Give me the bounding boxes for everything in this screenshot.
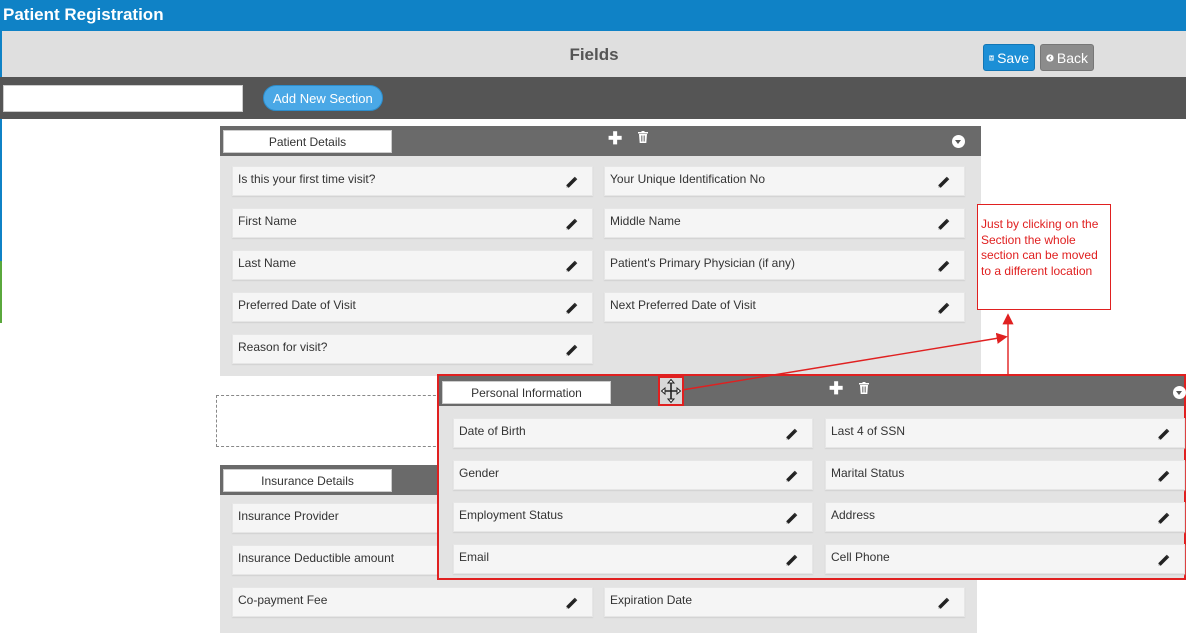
field-label: Marital Status <box>831 466 905 480</box>
field-label: Insurance Deductible amount <box>238 551 395 565</box>
pencil-icon[interactable] <box>937 218 950 231</box>
trash-icon[interactable] <box>859 382 869 394</box>
trash-icon[interactable] <box>638 131 648 143</box>
field-label: Co-payment Fee <box>238 593 328 607</box>
page-header: Fields Save Back <box>2 31 1186 77</box>
field-label: Reason for visit? <box>238 340 328 354</box>
field-label: Gender <box>459 466 500 480</box>
pencil-icon[interactable] <box>565 218 578 231</box>
app-titlebar: Patient Registration <box>0 0 1186 31</box>
pencil-icon[interactable] <box>937 260 950 273</box>
field-item[interactable]: Email <box>453 544 813 574</box>
pencil-icon[interactable] <box>937 302 950 315</box>
save-button[interactable]: Save <box>983 44 1035 71</box>
field-label: Address <box>831 508 876 522</box>
move-icon[interactable] <box>658 376 684 406</box>
field-label: Date of Birth <box>459 424 526 438</box>
pencil-icon[interactable] <box>565 260 578 273</box>
field-label: Next Preferred Date of Visit <box>610 298 756 312</box>
save-icon <box>989 55 995 60</box>
section-title[interactable]: Patient Details <box>223 130 392 153</box>
field-item[interactable]: Your Unique Identification No <box>604 166 965 196</box>
field-label: Insurance Provider <box>238 509 339 523</box>
save-button-label: Save <box>997 49 1029 66</box>
collapse-icon[interactable] <box>952 135 965 148</box>
toolbar: Add New Section <box>0 77 1186 119</box>
pencil-icon[interactable] <box>785 470 798 483</box>
app-title: Patient Registration <box>3 5 164 24</box>
drop-placeholder <box>216 395 446 447</box>
plus-icon[interactable]: ✚ <box>829 379 843 399</box>
field-label: Cell Phone <box>831 550 890 564</box>
field-item[interactable]: Date of Birth <box>453 418 813 448</box>
pencil-icon[interactable] <box>1157 428 1170 441</box>
pencil-icon[interactable] <box>1157 470 1170 483</box>
annotation-callout: Just by clicking on the Section the whol… <box>977 204 1111 310</box>
field-item[interactable]: Last Name <box>232 250 593 280</box>
field-item[interactable]: Expiration Date <box>604 587 965 617</box>
add-new-section-button[interactable]: Add New Section <box>263 85 383 111</box>
section-header[interactable]: Personal Information ✚ <box>439 376 1186 406</box>
field-label: First Name <box>238 214 297 228</box>
pencil-icon[interactable] <box>785 554 798 567</box>
field-item[interactable]: First Name <box>232 208 593 238</box>
back-icon <box>1046 53 1054 62</box>
section-personal-information[interactable]: Personal Information ✚ Date of Birth Last… <box>437 374 1186 580</box>
field-label: Your Unique Identification No <box>610 172 765 186</box>
field-item[interactable]: Employment Status <box>453 502 813 532</box>
field-label: Email <box>459 550 490 564</box>
field-item[interactable]: Middle Name <box>604 208 965 238</box>
pencil-icon[interactable] <box>1157 512 1170 525</box>
field-item[interactable]: Gender <box>453 460 813 490</box>
field-item[interactable]: Preferred Date of Visit <box>232 292 593 322</box>
field-label: Employment Status <box>459 508 564 522</box>
field-item[interactable]: Marital Status <box>825 460 1185 490</box>
field-item[interactable]: Patient's Primary Physician (if any) <box>604 250 965 280</box>
pencil-icon[interactable] <box>937 597 950 610</box>
field-label: Patient's Primary Physician (if any) <box>610 256 796 270</box>
pencil-icon[interactable] <box>565 344 578 357</box>
field-item[interactable]: Last 4 of SSN <box>825 418 1185 448</box>
field-item[interactable]: Co-payment Fee <box>232 587 593 617</box>
field-item[interactable]: Next Preferred Date of Visit <box>604 292 965 322</box>
field-label: Is this your first time visit? <box>238 172 376 186</box>
collapse-icon[interactable] <box>1173 386 1186 399</box>
plus-icon[interactable]: ✚ <box>608 129 622 149</box>
field-label: Last 4 of SSN <box>831 424 906 438</box>
field-label: Preferred Date of Visit <box>238 298 356 312</box>
pencil-icon[interactable] <box>785 428 798 441</box>
section-title[interactable]: Insurance Details <box>223 469 392 492</box>
section-title[interactable]: Personal Information <box>442 381 611 404</box>
field-label: Expiration Date <box>610 593 693 607</box>
section-patient-details[interactable]: Patient Details ✚ Is this your first tim… <box>220 126 981 376</box>
field-item[interactable]: Address <box>825 502 1185 532</box>
pencil-icon[interactable] <box>565 176 578 189</box>
back-button[interactable]: Back <box>1040 44 1094 71</box>
field-item[interactable]: Reason for visit? <box>232 334 593 364</box>
field-item[interactable]: Cell Phone <box>825 544 1185 574</box>
section-header[interactable]: Patient Details ✚ <box>220 126 981 156</box>
pencil-icon[interactable] <box>937 176 950 189</box>
field-item[interactable]: Is this your first time visit? <box>232 166 593 196</box>
pencil-icon[interactable] <box>565 302 578 315</box>
pencil-icon[interactable] <box>785 512 798 525</box>
section-name-input[interactable] <box>3 85 243 112</box>
pencil-icon[interactable] <box>1157 554 1170 567</box>
pencil-icon[interactable] <box>565 597 578 610</box>
field-label: Middle Name <box>610 214 681 228</box>
field-label: Last Name <box>238 256 297 270</box>
back-button-label: Back <box>1056 49 1088 66</box>
